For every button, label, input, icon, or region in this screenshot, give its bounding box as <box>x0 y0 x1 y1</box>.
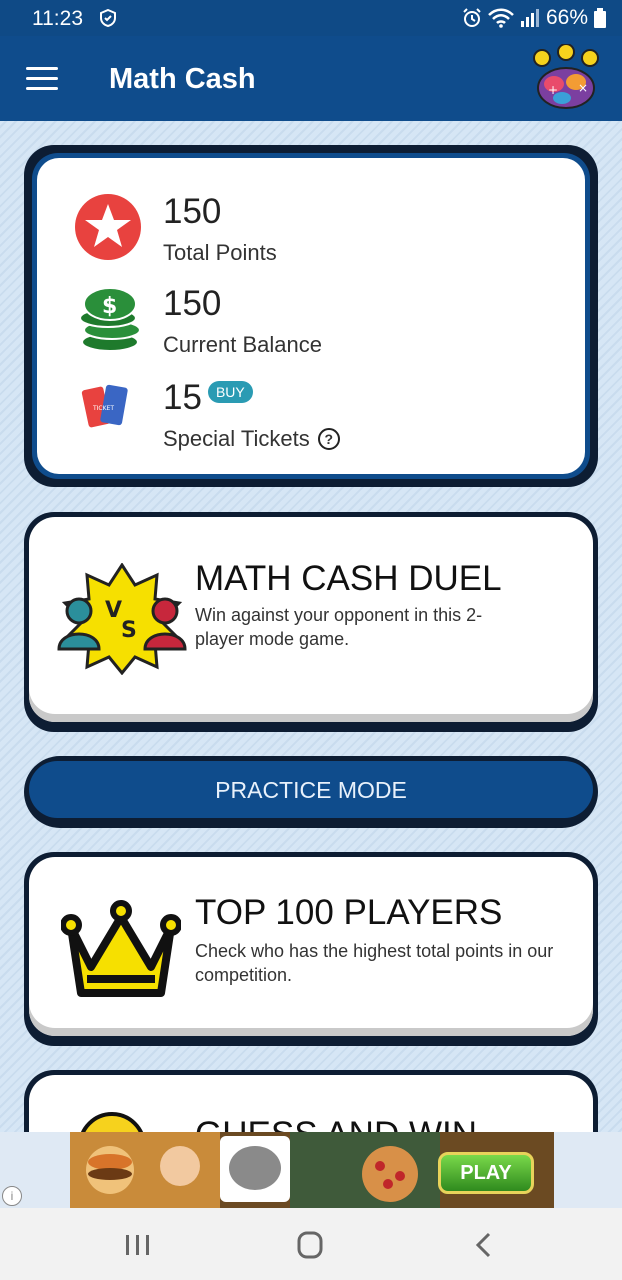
menu-icon[interactable] <box>26 67 58 91</box>
status-bar: 11:23 66% <box>0 0 622 36</box>
ad-area: i PLAY <box>0 1132 622 1208</box>
ad-play-button[interactable]: PLAY <box>438 1152 534 1194</box>
app-title: Math Cash <box>109 63 256 95</box>
status-time: 11:23 <box>32 7 83 30</box>
star-icon <box>75 194 141 260</box>
wifi-icon <box>488 8 514 28</box>
shield-icon <box>100 9 116 27</box>
coins-icon: $ <box>79 287 141 352</box>
duel-description: Win against your opponent in this 2-play… <box>195 605 483 649</box>
total-points-label: Total Points <box>163 240 277 265</box>
svg-text:$: $ <box>102 294 117 319</box>
balance-label: Current Balance <box>163 332 322 357</box>
ad-banner[interactable]: PLAY <box>70 1132 554 1208</box>
ad-info-icon[interactable]: i <box>2 1186 22 1206</box>
tickets-label-wrap: Special Tickets? <box>163 426 340 452</box>
svg-text:V: V <box>105 598 122 623</box>
alarm-icon <box>463 8 481 27</box>
top-players-description: Check who has the highest total points i… <box>195 941 554 985</box>
tickets-label: Special Tickets <box>163 426 310 451</box>
practice-mode-label: PRACTICE MODE <box>29 761 593 818</box>
total-points-value: 150 <box>163 192 222 231</box>
svg-text:×: × <box>578 81 588 95</box>
recent-apps-icon[interactable] <box>118 1230 158 1260</box>
top-players-card[interactable]: TOP 100 PLAYERS Check who has the highes… <box>24 852 598 1046</box>
buy-button[interactable]: BUY <box>207 381 253 403</box>
math-cash-duel-card[interactable]: V S MATH CASH DUEL Win against your oppo… <box>24 512 598 732</box>
versus-icon: V S <box>57 563 187 675</box>
practice-mode-button[interactable]: PRACTICE MODE <box>24 756 598 828</box>
app-bar: Math Cash + × <box>0 36 622 121</box>
top-players-title: TOP 100 PLAYERS <box>195 893 503 932</box>
system-nav-bar <box>0 1208 622 1280</box>
stats-card: 150 Total Points $ 150 Current Balance T… <box>24 145 598 487</box>
tickets-icon: TICKET <box>81 384 128 428</box>
home-icon[interactable] <box>290 1230 330 1260</box>
battery-icon <box>594 8 606 28</box>
crown-icon <box>61 900 181 997</box>
balance-value: 150 <box>163 284 222 323</box>
svg-text:+: + <box>548 83 558 97</box>
battery-percentage: 66% <box>545 6 588 29</box>
svg-text:S: S <box>121 618 137 643</box>
back-icon[interactable] <box>464 1230 504 1260</box>
tickets-value-wrap: 15 BUY <box>163 378 253 418</box>
signal-icon <box>520 9 539 27</box>
brain-logo-icon: + × <box>533 44 599 109</box>
duel-title: MATH CASH DUEL <box>195 559 502 598</box>
svg-text:TICKET: TICKET <box>92 405 114 412</box>
tickets-value: 15 <box>163 378 202 417</box>
help-icon[interactable]: ? <box>317 428 340 450</box>
